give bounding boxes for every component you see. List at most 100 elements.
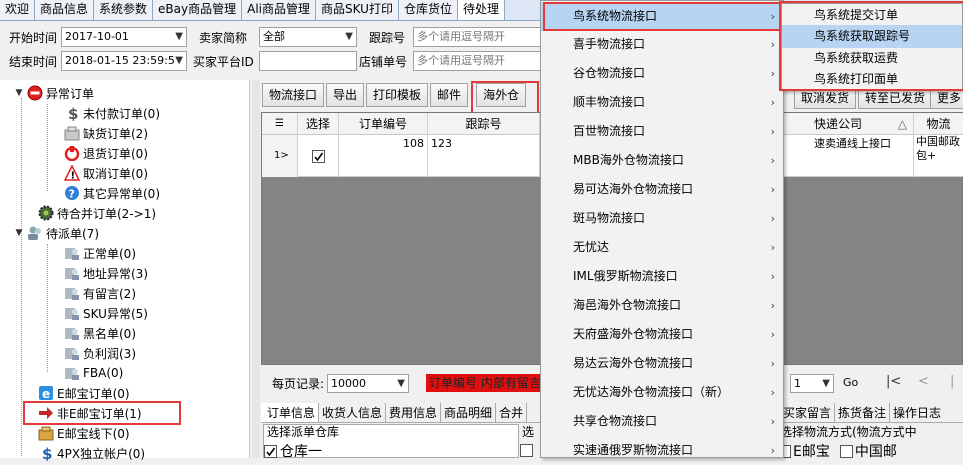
chevron-right-icon: › <box>770 386 775 399</box>
menu-item[interactable]: IML俄罗斯物流接口 › <box>541 262 783 291</box>
tree-node-has-message[interactable]: 有留言(2) <box>64 283 136 303</box>
checkbox[interactable] <box>839 444 853 458</box>
tree-node-merge[interactable]: 待合并订单(2->1) <box>38 203 156 223</box>
tab-ebay-products[interactable]: eBay商品管理 <box>153 0 243 20</box>
warning-icon: ! <box>63 164 81 182</box>
go-button[interactable]: Go <box>843 376 858 389</box>
warehouse-item-label: 仓库一 <box>280 444 322 460</box>
tracking-input[interactable]: 多个请用逗号隔开 <box>413 27 543 47</box>
menu-item[interactable]: 实速通俄罗斯物流接口 › <box>541 436 783 465</box>
menu-item[interactable]: 顺丰物流接口 › <box>541 88 783 117</box>
tree-node-out-of-stock[interactable]: 缺货订单(2) <box>64 123 148 143</box>
col-select[interactable]: 选择 <box>298 113 339 135</box>
tree-node-normal[interactable]: 正常单(0) <box>64 243 136 263</box>
first-page-icon[interactable]: |< <box>886 374 901 389</box>
warehouse-option[interactable]: 仓库一 <box>264 441 322 461</box>
tab-buyer-message[interactable]: 买家留言 <box>780 403 836 423</box>
tree-node-exception[interactable]: ▼ 异常订单 <box>14 83 94 103</box>
tree-node-address-exception[interactable]: 地址异常(3) <box>64 263 148 283</box>
row-checkbox[interactable] <box>298 135 339 177</box>
checkbox-checked[interactable] <box>264 444 277 458</box>
page-number-select[interactable]: 1 ▼ <box>790 374 834 393</box>
menu-item[interactable]: 海邑海外仓物流接口 › <box>541 291 783 320</box>
cell-tracking: 123 <box>428 135 540 177</box>
tab-pending[interactable]: 待处理 <box>457 0 505 20</box>
tab-product-info[interactable]: 商品信息 <box>35 0 95 20</box>
tree-node-dispatch[interactable]: ▼ 待派单(7) <box>14 223 99 243</box>
tree-node-sku-exception[interactable]: SKU异常(5) <box>64 303 148 323</box>
chevron-right-icon: › <box>770 38 775 51</box>
tab-product-details[interactable]: 商品明细 <box>441 403 497 422</box>
page-size-select[interactable]: 10000 ▼ <box>327 374 409 393</box>
chevron-right-icon: › <box>770 444 775 457</box>
menu-item[interactable]: 无忧达海外仓物流接口（新） › <box>541 378 783 407</box>
message-warning-label: 订单编号 内部有留言 <box>426 374 542 392</box>
question-icon: ? <box>64 185 80 201</box>
col-tracking[interactable]: 跟踪号 <box>428 113 540 135</box>
start-time-field[interactable]: 2017-10-01 ▼ <box>61 27 187 47</box>
splitter[interactable] <box>252 80 260 458</box>
col-logistics[interactable]: 物流 <box>914 113 963 135</box>
tree-node-other-exception[interactable]: ? 其它异常单(0) <box>64 183 160 203</box>
tab-sku-print[interactable]: 商品SKU打印 <box>316 0 399 20</box>
email-button[interactable]: 邮件 <box>430 83 469 107</box>
menu-item[interactable]: 共享仓物流接口 › <box>541 407 783 436</box>
tab-consignee[interactable]: 收货人信息 <box>319 403 387 422</box>
grid-menu-icon[interactable]: ☰ <box>262 113 298 135</box>
tab-welcome[interactable]: 欢迎 <box>0 0 36 20</box>
checkbox[interactable] <box>520 444 533 457</box>
menu-item-label: 实速通俄罗斯物流接口 <box>573 443 694 457</box>
tree-node-returns[interactable]: 退货订单(0) <box>64 143 148 163</box>
tree-node-epacket-offline[interactable]: E邮宝线下(0) <box>38 423 130 443</box>
menu-item[interactable]: 天府盛海外仓物流接口 › <box>541 320 783 349</box>
menu-item[interactable]: 易可达海外仓物流接口 › <box>541 175 783 204</box>
menu-item[interactable]: 谷仓物流接口 › <box>541 59 783 88</box>
checkbox-checked[interactable] <box>311 150 325 163</box>
menu-item[interactable]: 喜手物流接口 › <box>541 30 783 59</box>
collapse-icon[interactable]: ▼ <box>14 88 24 98</box>
menu-item-label: 无忧达海外仓物流接口（新） <box>573 385 730 399</box>
menu-item[interactable]: 易达云海外仓物流接口 › <box>541 349 783 378</box>
chevron-right-icon: › <box>770 67 775 80</box>
collapse-icon[interactable]: ▼ <box>14 228 24 238</box>
menu-item[interactable]: 百世物流接口 › <box>541 117 783 146</box>
tree-node-unpaid[interactable]: $ 未付款订单(0) <box>64 103 160 123</box>
next-page-icon[interactable]: | <box>950 374 954 389</box>
store-order-input[interactable]: 多个请用逗号隔开 <box>413 51 543 71</box>
tab-order-info[interactable]: 订单信息 <box>261 403 320 422</box>
menu-item-label: 百世物流接口 <box>573 124 646 138</box>
svg-text:$: $ <box>42 445 52 461</box>
menu-item[interactable]: 无忧达 › <box>541 233 783 262</box>
tab-warehouse-location[interactable]: 仓库货位 <box>398 0 458 20</box>
page-number-value: 1 <box>794 377 801 390</box>
tree-node-blacklist[interactable]: 黑名单(0) <box>64 323 136 343</box>
tree-node-fba[interactable]: FBA(0) <box>64 363 123 383</box>
menu-item[interactable]: MBB海外仓物流接口 › <box>541 146 783 175</box>
buyer-id-input[interactable] <box>259 51 357 71</box>
tab-fees[interactable]: 费用信息 <box>386 403 442 422</box>
user-icon <box>64 245 80 261</box>
tree-node-4px[interactable]: $4PX独立帐户(0) <box>38 443 145 463</box>
tab-picking-notes[interactable]: 拣货备注 <box>835 403 891 423</box>
col-order-no[interactable]: 订单编号 <box>339 113 428 135</box>
menu-item[interactable]: 斑马物流接口 › <box>541 204 783 233</box>
tab-system-params[interactable]: 系统参数 <box>94 0 154 20</box>
prev-page-icon[interactable]: < <box>918 374 929 389</box>
print-template-button[interactable]: 打印模板 <box>366 83 429 107</box>
seller-select[interactable]: 全部 ▼ <box>259 27 357 47</box>
chevron-down-icon: ▼ <box>175 55 183 66</box>
col-carrier[interactable]: 快递公司 △ <box>794 113 914 135</box>
logistics-api-button[interactable]: 物流接口 <box>262 83 325 107</box>
tab-ali-products[interactable]: Ali商品管理 <box>242 0 317 20</box>
tree-node-cancelled[interactable]: ! 取消订单(0) <box>63 163 148 183</box>
tab-operation-log[interactable]: 操作日志 <box>890 403 944 423</box>
chevron-right-icon: › <box>770 183 775 196</box>
tab-merge[interactable]: 合并 <box>496 403 528 422</box>
tree-node-epacket[interactable]: e E邮宝订单(0) <box>38 383 130 403</box>
tree-label: E邮宝线下(0) <box>57 426 130 441</box>
export-button[interactable]: 导出 <box>326 83 365 107</box>
tree-node-negative-profit[interactable]: 负利润(3) <box>64 343 136 363</box>
end-time-value: 2018-01-15 23:59:5 <box>65 54 175 67</box>
end-time-field[interactable]: 2018-01-15 23:59:5 ▼ <box>61 51 187 71</box>
menu-item-label: 易达云海外仓物流接口 <box>573 356 694 370</box>
